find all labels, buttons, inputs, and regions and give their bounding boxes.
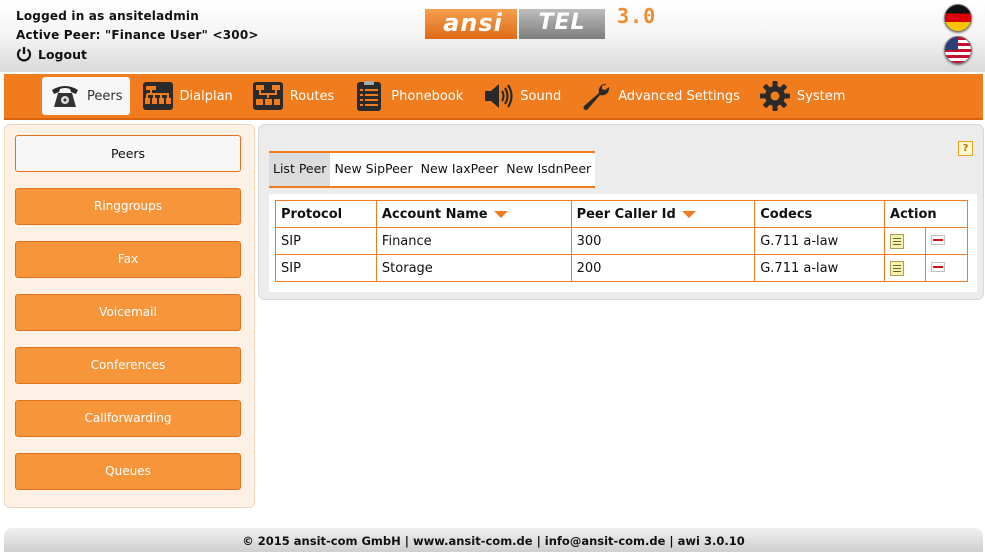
gear-icon: [759, 80, 791, 112]
cell-protocol: SIP: [275, 227, 377, 255]
main-panel: ? List Peer New SipPeer New IaxPeer New …: [258, 124, 984, 300]
peer-table-container: Protocol Account Name Peer Caller Id Cod…: [269, 194, 977, 292]
table-row: SIP Storage 200 G.711 a-law: [275, 254, 969, 282]
edit-icon[interactable]: [890, 260, 905, 276]
cell-codecs: G.711 a-law: [754, 254, 886, 282]
tab-new-isdnpeer[interactable]: New IsdnPeer: [502, 153, 595, 186]
ansitel-logo: ansi TEL 3.0: [425, 4, 687, 40]
us-flag-icon[interactable]: [944, 36, 972, 64]
de-flag-icon[interactable]: [944, 4, 972, 32]
table-row: SIP Finance 300 G.711 a-law: [275, 227, 969, 255]
delete-icon[interactable]: [930, 261, 945, 272]
cell-codecs: G.711 a-law: [754, 227, 886, 255]
logo-version: 3.0: [617, 4, 657, 28]
sidebar-item-ringgroups[interactable]: Ringgroups: [15, 188, 241, 225]
main-nav: Peers Dialplan Routes Phonebook Sound Ad…: [4, 74, 983, 120]
logo-text-tel: TEL: [538, 10, 586, 35]
phonebook-icon: [353, 80, 385, 112]
cell-account-name: Storage: [375, 254, 572, 282]
sort-arrow-icon[interactable]: [493, 210, 508, 218]
sort-arrow-icon[interactable]: [681, 210, 696, 218]
cell-protocol: SIP: [275, 254, 377, 282]
nav-label-dialplan: Dialplan: [179, 88, 233, 104]
speaker-icon: [482, 80, 514, 112]
cell-caller-id: 300: [570, 227, 756, 255]
routes-icon: [252, 80, 284, 112]
peer-table: Protocol Account Name Peer Caller Id Cod…: [275, 200, 969, 282]
cell-edit: [884, 227, 926, 255]
cell-account-name: Finance: [375, 227, 572, 255]
nav-label-routes: Routes: [289, 88, 335, 104]
header-codecs: Codecs: [754, 200, 886, 228]
nav-label-sound: Sound: [520, 88, 562, 104]
nav-item-dialplan[interactable]: Dialplan: [135, 77, 240, 115]
phone-icon: [49, 80, 81, 112]
tab-new-iaxpeer[interactable]: New IaxPeer: [417, 153, 503, 186]
sidebar: Peers Ringgroups Fax Voicemail Conferenc…: [4, 124, 255, 508]
sidebar-item-callforwarding[interactable]: Callforwarding: [15, 400, 241, 437]
edit-icon[interactable]: [890, 233, 905, 249]
tab-new-sippeer[interactable]: New SipPeer: [330, 153, 416, 186]
nav-label-peers: Peers: [87, 88, 123, 104]
help-icon[interactable]: ?: [958, 141, 973, 156]
nav-item-system[interactable]: System: [752, 77, 852, 115]
sidebar-item-peers[interactable]: Peers: [15, 135, 241, 172]
wrench-icon: [580, 80, 612, 112]
dialplan-icon: [142, 80, 174, 112]
header-action: Action: [884, 200, 968, 228]
power-icon: [16, 47, 32, 62]
header-account-name[interactable]: Account Name: [375, 200, 572, 228]
header-protocol: Protocol: [275, 200, 377, 228]
cell-caller-id: 200: [570, 254, 756, 282]
logout-link[interactable]: Logout: [16, 46, 87, 62]
nav-item-advanced-settings[interactable]: Advanced Settings: [573, 77, 747, 115]
nav-item-peers[interactable]: Peers: [42, 77, 130, 115]
active-peer-text: Active Peer: "Finance User" <300>: [16, 28, 259, 42]
logged-in-text: Logged in as ansiteladmin: [16, 9, 199, 23]
header-peer-caller-id[interactable]: Peer Caller Id: [570, 200, 756, 228]
footer: © 2015 ansit-com GmbH | www.ansit-com.de…: [4, 528, 983, 552]
peer-tabs: List Peer New SipPeer New IaxPeer New Is…: [269, 151, 596, 188]
nav-item-phonebook[interactable]: Phonebook: [346, 77, 470, 115]
delete-icon[interactable]: [930, 234, 945, 245]
tab-list-peer[interactable]: List Peer: [269, 153, 331, 186]
cell-edit: [884, 254, 926, 282]
header: Logged in as ansiteladmin Active Peer: "…: [0, 0, 985, 72]
cell-delete: [924, 227, 969, 255]
nav-label-system: System: [796, 88, 846, 104]
sidebar-item-conferences[interactable]: Conferences: [15, 347, 241, 384]
cell-delete: [924, 254, 969, 282]
sidebar-item-queues[interactable]: Queues: [15, 453, 241, 490]
sidebar-item-fax[interactable]: Fax: [15, 241, 241, 278]
table-header-row: Protocol Account Name Peer Caller Id Cod…: [275, 200, 968, 228]
nav-label-phonebook: Phonebook: [391, 88, 464, 104]
logo-text-ansi: ansi: [443, 9, 503, 37]
sidebar-item-voicemail[interactable]: Voicemail: [15, 294, 241, 331]
nav-label-advanced-settings: Advanced Settings: [618, 88, 740, 104]
logout-label: Logout: [38, 46, 87, 62]
nav-item-routes[interactable]: Routes: [245, 77, 342, 115]
nav-item-sound[interactable]: Sound: [475, 77, 568, 115]
